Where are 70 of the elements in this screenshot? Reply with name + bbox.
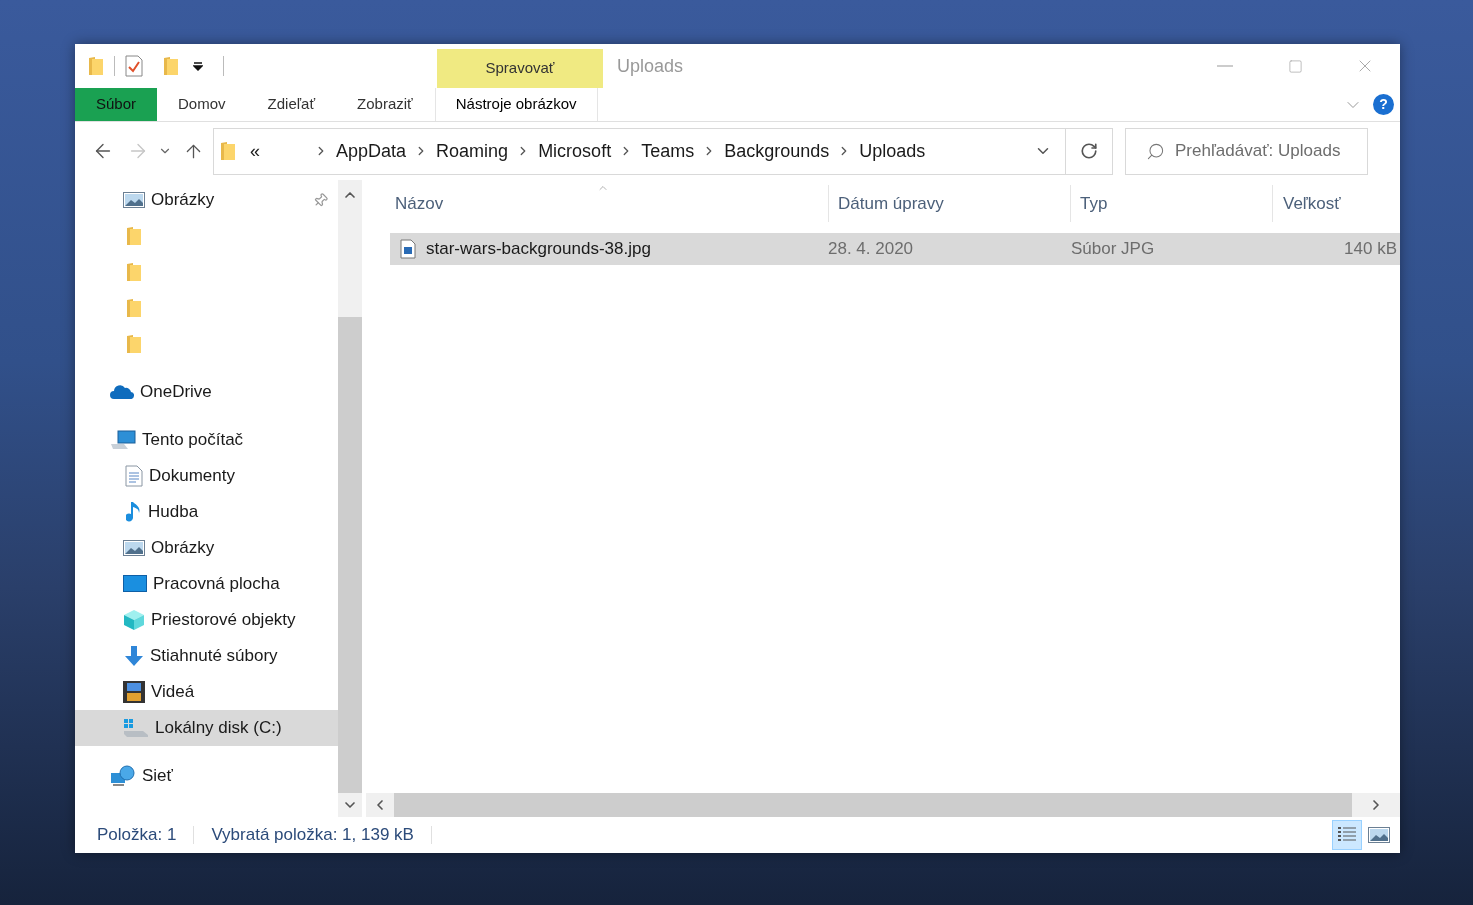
ribbon-tab[interactable]: Zdieľať bbox=[246, 88, 337, 121]
maximize-icon bbox=[1287, 58, 1303, 74]
nav-item[interactable]: Stiahnuté súbory bbox=[75, 638, 338, 674]
film-strip-icon bbox=[123, 681, 145, 703]
ribbon-tab[interactable]: Zobraziť bbox=[336, 88, 434, 121]
desktop-icon bbox=[123, 575, 147, 593]
breadcrumb[interactable]: Microsoft bbox=[538, 137, 612, 165]
nav-item[interactable]: Tento počítač bbox=[75, 422, 338, 458]
cloud-icon bbox=[110, 385, 134, 399]
status-text: Položka: 1 bbox=[97, 824, 177, 847]
column-header[interactable]: Veľkosť bbox=[1272, 185, 1400, 222]
file-name: star-wars-backgrounds-38.jpg bbox=[426, 238, 651, 261]
music-note-icon bbox=[126, 501, 142, 523]
dropdown-arrow-icon[interactable] bbox=[193, 61, 203, 71]
status-text: Vybratá položka: 1, 139 kB bbox=[211, 824, 414, 847]
nav-item[interactable]: Hudba bbox=[75, 494, 338, 530]
column-header[interactable]: Názov bbox=[366, 185, 828, 222]
folder-icon bbox=[88, 56, 104, 76]
folder-icon bbox=[126, 262, 142, 282]
file-row[interactable]: star-wars-backgrounds-38.jpg 28. 4. 2020 Súbor JPG 140 kB bbox=[390, 233, 1400, 265]
folder-icon bbox=[126, 334, 142, 354]
nav-item[interactable]: Obrázky bbox=[75, 182, 338, 218]
landscape-picture-icon bbox=[123, 540, 145, 556]
folder-icon bbox=[126, 298, 142, 318]
file-type: Súbor JPG bbox=[1071, 238, 1156, 261]
breadcrumb[interactable]: Uploads bbox=[859, 137, 926, 165]
details-list-icon bbox=[1337, 826, 1357, 844]
down-arrow-icon bbox=[124, 645, 144, 667]
address-bar[interactable]: « AppData Roaming Microsoft Teams Backgrounds Uploads bbox=[213, 127, 1113, 175]
file-size: 140 kB bbox=[1343, 238, 1398, 261]
checklist-icon[interactable] bbox=[125, 55, 143, 77]
window-title: Uploads bbox=[617, 54, 684, 78]
nav-item[interactable]: OneDrive bbox=[75, 374, 338, 410]
breadcrumb[interactable]: Backgrounds bbox=[724, 137, 830, 165]
search-icon bbox=[1146, 141, 1165, 161]
image-file-icon bbox=[400, 239, 416, 259]
nav-item[interactable]: Lokálny disk (C:) bbox=[75, 710, 338, 746]
help-button[interactable]: ? bbox=[1373, 94, 1394, 115]
nav-item[interactable]: Pracovná plocha bbox=[75, 566, 338, 602]
breadcrumb[interactable]: AppData bbox=[336, 137, 407, 165]
details-view-button[interactable] bbox=[1332, 820, 1362, 850]
vertical-scrollbar[interactable] bbox=[338, 180, 362, 817]
folder-icon bbox=[126, 226, 142, 246]
landscape-picture-icon bbox=[123, 192, 145, 208]
breadcrumb[interactable]: Roaming bbox=[436, 137, 509, 165]
nav-item[interactable]: Priestorové objekty bbox=[75, 602, 338, 638]
ribbon-tab[interactable]: Súbor bbox=[75, 88, 158, 121]
nav-item[interactable]: Dokumenty bbox=[75, 458, 338, 494]
landscape-picture-icon bbox=[1368, 827, 1390, 843]
drive-icon bbox=[123, 718, 149, 738]
ribbon-tab[interactable]: Domov bbox=[157, 88, 247, 121]
computer-icon bbox=[110, 430, 136, 450]
file-date: 28. 4. 2020 bbox=[828, 238, 915, 261]
nav-item[interactable]: Videá bbox=[75, 674, 338, 710]
folder-icon bbox=[163, 56, 179, 76]
ribbon-tab[interactable]: Nástroje obrázkov bbox=[434, 88, 598, 121]
network-globe-icon bbox=[110, 765, 136, 787]
nav-item[interactable]: Sieť bbox=[75, 758, 338, 794]
cube-icon bbox=[123, 609, 145, 631]
context-tab-header: Spravovať bbox=[437, 49, 603, 88]
folder-icon bbox=[220, 141, 236, 161]
minimize-icon bbox=[1217, 65, 1233, 67]
column-header[interactable]: Dátum úpravy bbox=[828, 185, 1070, 222]
column-header[interactable]: Typ bbox=[1070, 185, 1272, 222]
nav-item[interactable]: Obrázky bbox=[75, 530, 338, 566]
search-field[interactable]: Prehľadávať: Uploads bbox=[1125, 127, 1368, 175]
document-icon bbox=[125, 465, 143, 487]
breadcrumb[interactable]: « bbox=[250, 137, 260, 165]
scrollbar-thumb[interactable] bbox=[338, 317, 362, 793]
breadcrumb[interactable]: Teams bbox=[641, 137, 695, 165]
